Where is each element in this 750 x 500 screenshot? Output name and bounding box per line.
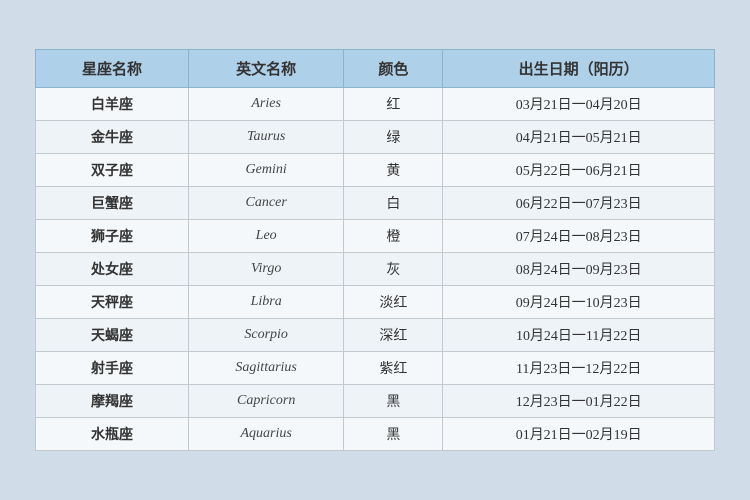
table-row: 狮子座Leo橙07月24日一08月23日 xyxy=(36,220,715,253)
cell-english-name: Scorpio xyxy=(188,319,344,352)
cell-chinese-name: 白羊座 xyxy=(36,88,189,121)
cell-english-name: Virgo xyxy=(188,253,344,286)
cell-english-name: Taurus xyxy=(188,121,344,154)
cell-dates: 08月24日一09月23日 xyxy=(443,253,715,286)
header-chinese-name: 星座名称 xyxy=(36,50,189,88)
table-row: 天蝎座Scorpio深红10月24日一11月22日 xyxy=(36,319,715,352)
cell-dates: 05月22日一06月21日 xyxy=(443,154,715,187)
cell-color: 橙 xyxy=(344,220,443,253)
cell-dates: 10月24日一11月22日 xyxy=(443,319,715,352)
cell-color: 灰 xyxy=(344,253,443,286)
table-header-row: 星座名称 英文名称 颜色 出生日期（阳历） xyxy=(36,50,715,88)
cell-color: 淡红 xyxy=(344,286,443,319)
cell-english-name: Cancer xyxy=(188,187,344,220)
cell-english-name: Libra xyxy=(188,286,344,319)
cell-color: 黑 xyxy=(344,385,443,418)
header-english-name: 英文名称 xyxy=(188,50,344,88)
cell-chinese-name: 水瓶座 xyxy=(36,418,189,451)
cell-color: 红 xyxy=(344,88,443,121)
header-dates: 出生日期（阳历） xyxy=(443,50,715,88)
table-row: 白羊座Aries红03月21日一04月20日 xyxy=(36,88,715,121)
table-row: 巨蟹座Cancer白06月22日一07月23日 xyxy=(36,187,715,220)
cell-dates: 01月21日一02月19日 xyxy=(443,418,715,451)
cell-dates: 06月22日一07月23日 xyxy=(443,187,715,220)
cell-chinese-name: 双子座 xyxy=(36,154,189,187)
cell-chinese-name: 摩羯座 xyxy=(36,385,189,418)
cell-chinese-name: 狮子座 xyxy=(36,220,189,253)
cell-dates: 07月24日一08月23日 xyxy=(443,220,715,253)
cell-dates: 03月21日一04月20日 xyxy=(443,88,715,121)
cell-color: 白 xyxy=(344,187,443,220)
cell-dates: 12月23日一01月22日 xyxy=(443,385,715,418)
cell-dates: 04月21日一05月21日 xyxy=(443,121,715,154)
cell-color: 绿 xyxy=(344,121,443,154)
cell-chinese-name: 射手座 xyxy=(36,352,189,385)
table-row: 金牛座Taurus绿04月21日一05月21日 xyxy=(36,121,715,154)
cell-dates: 11月23日一12月22日 xyxy=(443,352,715,385)
table-container: 星座名称 英文名称 颜色 出生日期（阳历） 白羊座Aries红03月21日一04… xyxy=(25,39,725,461)
cell-chinese-name: 天秤座 xyxy=(36,286,189,319)
cell-english-name: Capricorn xyxy=(188,385,344,418)
cell-english-name: Aquarius xyxy=(188,418,344,451)
table-row: 双子座Gemini黄05月22日一06月21日 xyxy=(36,154,715,187)
header-color: 颜色 xyxy=(344,50,443,88)
table-row: 摩羯座Capricorn黑12月23日一01月22日 xyxy=(36,385,715,418)
zodiac-table: 星座名称 英文名称 颜色 出生日期（阳历） 白羊座Aries红03月21日一04… xyxy=(35,49,715,451)
table-row: 射手座Sagittarius紫红11月23日一12月22日 xyxy=(36,352,715,385)
cell-color: 黄 xyxy=(344,154,443,187)
table-row: 水瓶座Aquarius黑01月21日一02月19日 xyxy=(36,418,715,451)
cell-color: 深红 xyxy=(344,319,443,352)
cell-chinese-name: 处女座 xyxy=(36,253,189,286)
cell-chinese-name: 天蝎座 xyxy=(36,319,189,352)
cell-english-name: Sagittarius xyxy=(188,352,344,385)
table-row: 天秤座Libra淡红09月24日一10月23日 xyxy=(36,286,715,319)
cell-chinese-name: 金牛座 xyxy=(36,121,189,154)
cell-color: 紫红 xyxy=(344,352,443,385)
cell-english-name: Aries xyxy=(188,88,344,121)
cell-dates: 09月24日一10月23日 xyxy=(443,286,715,319)
cell-chinese-name: 巨蟹座 xyxy=(36,187,189,220)
cell-english-name: Gemini xyxy=(188,154,344,187)
cell-english-name: Leo xyxy=(188,220,344,253)
table-row: 处女座Virgo灰08月24日一09月23日 xyxy=(36,253,715,286)
cell-color: 黑 xyxy=(344,418,443,451)
